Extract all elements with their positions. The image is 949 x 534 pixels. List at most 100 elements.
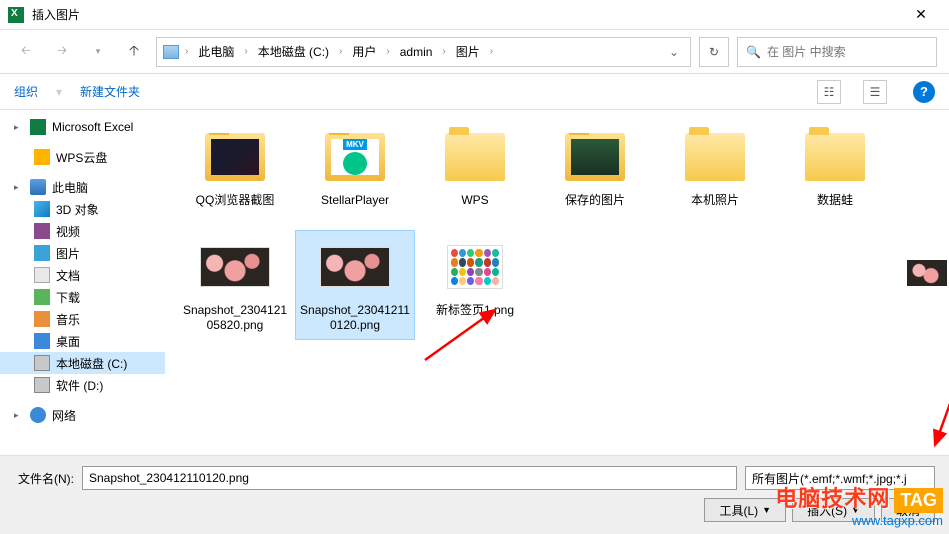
- sidebar-item[interactable]: 视频: [0, 220, 165, 242]
- sidebar-item-label: 视频: [56, 223, 80, 240]
- file-item[interactable]: 保存的图片: [535, 120, 655, 230]
- breadcrumb-seg[interactable]: 用户: [348, 41, 380, 62]
- toolbar: 组织 ▾ 新建文件夹 ☷ ☰ ?: [0, 74, 949, 110]
- chevron-right-icon: ›: [242, 46, 249, 57]
- sidebar-item-label: WPS云盘: [56, 149, 107, 166]
- file-label: WPS: [461, 193, 488, 208]
- preview-thumbnail: [907, 260, 947, 286]
- window-title: 插入图片: [32, 6, 901, 23]
- sidebar-item[interactable]: ▸网络: [0, 404, 165, 426]
- address-bar[interactable]: › 此电脑 › 本地磁盘 (C:) › 用户 › admin › 图片 › ⌄: [156, 37, 691, 67]
- annotation-arrow: [915, 325, 949, 455]
- separator: ▾: [56, 85, 62, 99]
- file-item[interactable]: Snapshot_230412110120.png: [295, 230, 415, 340]
- sidebar-item-label: 软件 (D:): [56, 377, 103, 394]
- file-thumbnail: [440, 127, 510, 187]
- file-thumbnail: [440, 237, 510, 297]
- file-thumbnail: [800, 127, 870, 187]
- breadcrumb-seg[interactable]: 本地磁盘 (C:): [254, 41, 333, 62]
- sidebar-item[interactable]: ▸此电脑: [0, 176, 165, 198]
- sidebar: ▸Microsoft ExcelWPS云盘▸此电脑3D 对象视频图片文档下载音乐…: [0, 110, 165, 455]
- file-label: Snapshot_230412110120.png: [300, 303, 410, 333]
- file-item[interactable]: WPS: [415, 120, 535, 230]
- filename-input[interactable]: [82, 466, 737, 490]
- breadcrumb-seg[interactable]: admin: [396, 43, 437, 61]
- folder-icon: [34, 267, 50, 283]
- forward-button[interactable]: 🡢: [48, 38, 76, 66]
- insert-button[interactable]: 插入(S)▼: [792, 498, 875, 522]
- sidebar-item[interactable]: ▸ Microsoft Excel: [0, 116, 165, 138]
- close-button[interactable]: ✕: [901, 6, 941, 23]
- footer: 文件名(N): 所有图片(*.emf;*.wmf;*.jpg;*.j 工具(L)…: [0, 455, 949, 534]
- chevron-right-icon: ›: [183, 46, 190, 57]
- file-list[interactable]: QQ浏览器截图 MKVStellarPlayer WPS 保存的图片本机照片 数据蛙 Sn…: [165, 110, 949, 455]
- sidebar-item[interactable]: 软件 (D:): [0, 374, 165, 396]
- file-item[interactable]: QQ浏览器截图: [175, 120, 295, 230]
- new-folder-button[interactable]: 新建文件夹: [80, 83, 140, 100]
- caret-icon: ▸: [14, 122, 24, 133]
- help-button[interactable]: ?: [913, 81, 935, 103]
- file-item[interactable]: Snapshot_230412105820.png: [175, 230, 295, 340]
- folder-icon: [34, 333, 50, 349]
- file-label: Snapshot_230412105820.png: [180, 303, 290, 333]
- sidebar-item[interactable]: 3D 对象: [0, 198, 165, 220]
- file-item[interactable]: MKVStellarPlayer: [295, 120, 415, 230]
- caret-down-icon: ▼: [851, 505, 860, 515]
- search-box[interactable]: 🔍: [737, 37, 937, 67]
- sidebar-item-label: 下载: [56, 289, 80, 306]
- sidebar-item[interactable]: 下载: [0, 286, 165, 308]
- folder-icon: [34, 311, 50, 327]
- sidebar-item[interactable]: WPS云盘: [0, 146, 165, 168]
- file-label: 新标签页1.png: [436, 303, 514, 318]
- organize-button[interactable]: 组织: [14, 83, 38, 100]
- view-icons-button[interactable]: ☷: [817, 80, 841, 104]
- back-button[interactable]: 🡠: [12, 38, 40, 66]
- caret-down-icon: ▼: [762, 505, 771, 515]
- file-label: QQ浏览器截图: [196, 193, 275, 208]
- sidebar-item-label: Microsoft Excel: [52, 120, 133, 134]
- tools-button[interactable]: 工具(L)▼: [704, 498, 786, 522]
- folder-icon: [34, 149, 50, 165]
- chevron-right-icon: ›: [440, 46, 447, 57]
- file-label: 本机照片: [691, 193, 739, 208]
- sidebar-item-label: 此电脑: [52, 179, 88, 196]
- folder-icon: [30, 119, 46, 135]
- file-item[interactable]: 本机照片: [655, 120, 775, 230]
- sidebar-item[interactable]: 本地磁盘 (C:): [0, 352, 165, 374]
- sidebar-item-label: 音乐: [56, 311, 80, 328]
- file-thumbnail: [200, 237, 270, 297]
- search-icon: 🔍: [746, 45, 761, 59]
- breadcrumb-seg[interactable]: 此电脑: [194, 41, 238, 62]
- sidebar-item[interactable]: 文档: [0, 264, 165, 286]
- folder-icon: [30, 179, 46, 195]
- chevron-right-icon: ›: [488, 46, 495, 57]
- search-input[interactable]: [767, 45, 928, 59]
- file-label: StellarPlayer: [321, 193, 389, 208]
- sidebar-item[interactable]: 桌面: [0, 330, 165, 352]
- file-type-filter[interactable]: 所有图片(*.emf;*.wmf;*.jpg;*.j: [745, 466, 935, 490]
- recent-dropdown[interactable]: ▾: [84, 38, 112, 66]
- file-label: 数据蛙: [817, 193, 853, 208]
- breadcrumb-seg[interactable]: 图片: [452, 41, 484, 62]
- folder-icon: [34, 245, 50, 261]
- file-thumbnail: [320, 237, 390, 297]
- caret-icon: ▸: [14, 410, 24, 421]
- address-dropdown[interactable]: ⌄: [664, 45, 684, 59]
- refresh-button[interactable]: ↻: [699, 37, 729, 67]
- sidebar-item-label: 本地磁盘 (C:): [56, 355, 127, 372]
- file-thumbnail: [200, 127, 270, 187]
- file-thumbnail: [560, 127, 630, 187]
- file-item[interactable]: 数据蛙: [775, 120, 895, 230]
- view-details-button[interactable]: ☰: [863, 80, 887, 104]
- filename-label: 文件名(N):: [14, 470, 74, 487]
- cancel-button[interactable]: 取消: [881, 498, 935, 522]
- navbar: 🡠 🡢 ▾ 🡡 › 此电脑 › 本地磁盘 (C:) › 用户 › admin ›…: [0, 30, 949, 74]
- pc-icon: [163, 45, 179, 59]
- excel-icon: [8, 7, 24, 23]
- sidebar-item[interactable]: 图片: [0, 242, 165, 264]
- up-button[interactable]: 🡡: [120, 38, 148, 66]
- sidebar-item-label: 文档: [56, 267, 80, 284]
- chevron-right-icon: ›: [384, 46, 391, 57]
- file-item[interactable]: 新标签页1.png: [415, 230, 535, 340]
- sidebar-item[interactable]: 音乐: [0, 308, 165, 330]
